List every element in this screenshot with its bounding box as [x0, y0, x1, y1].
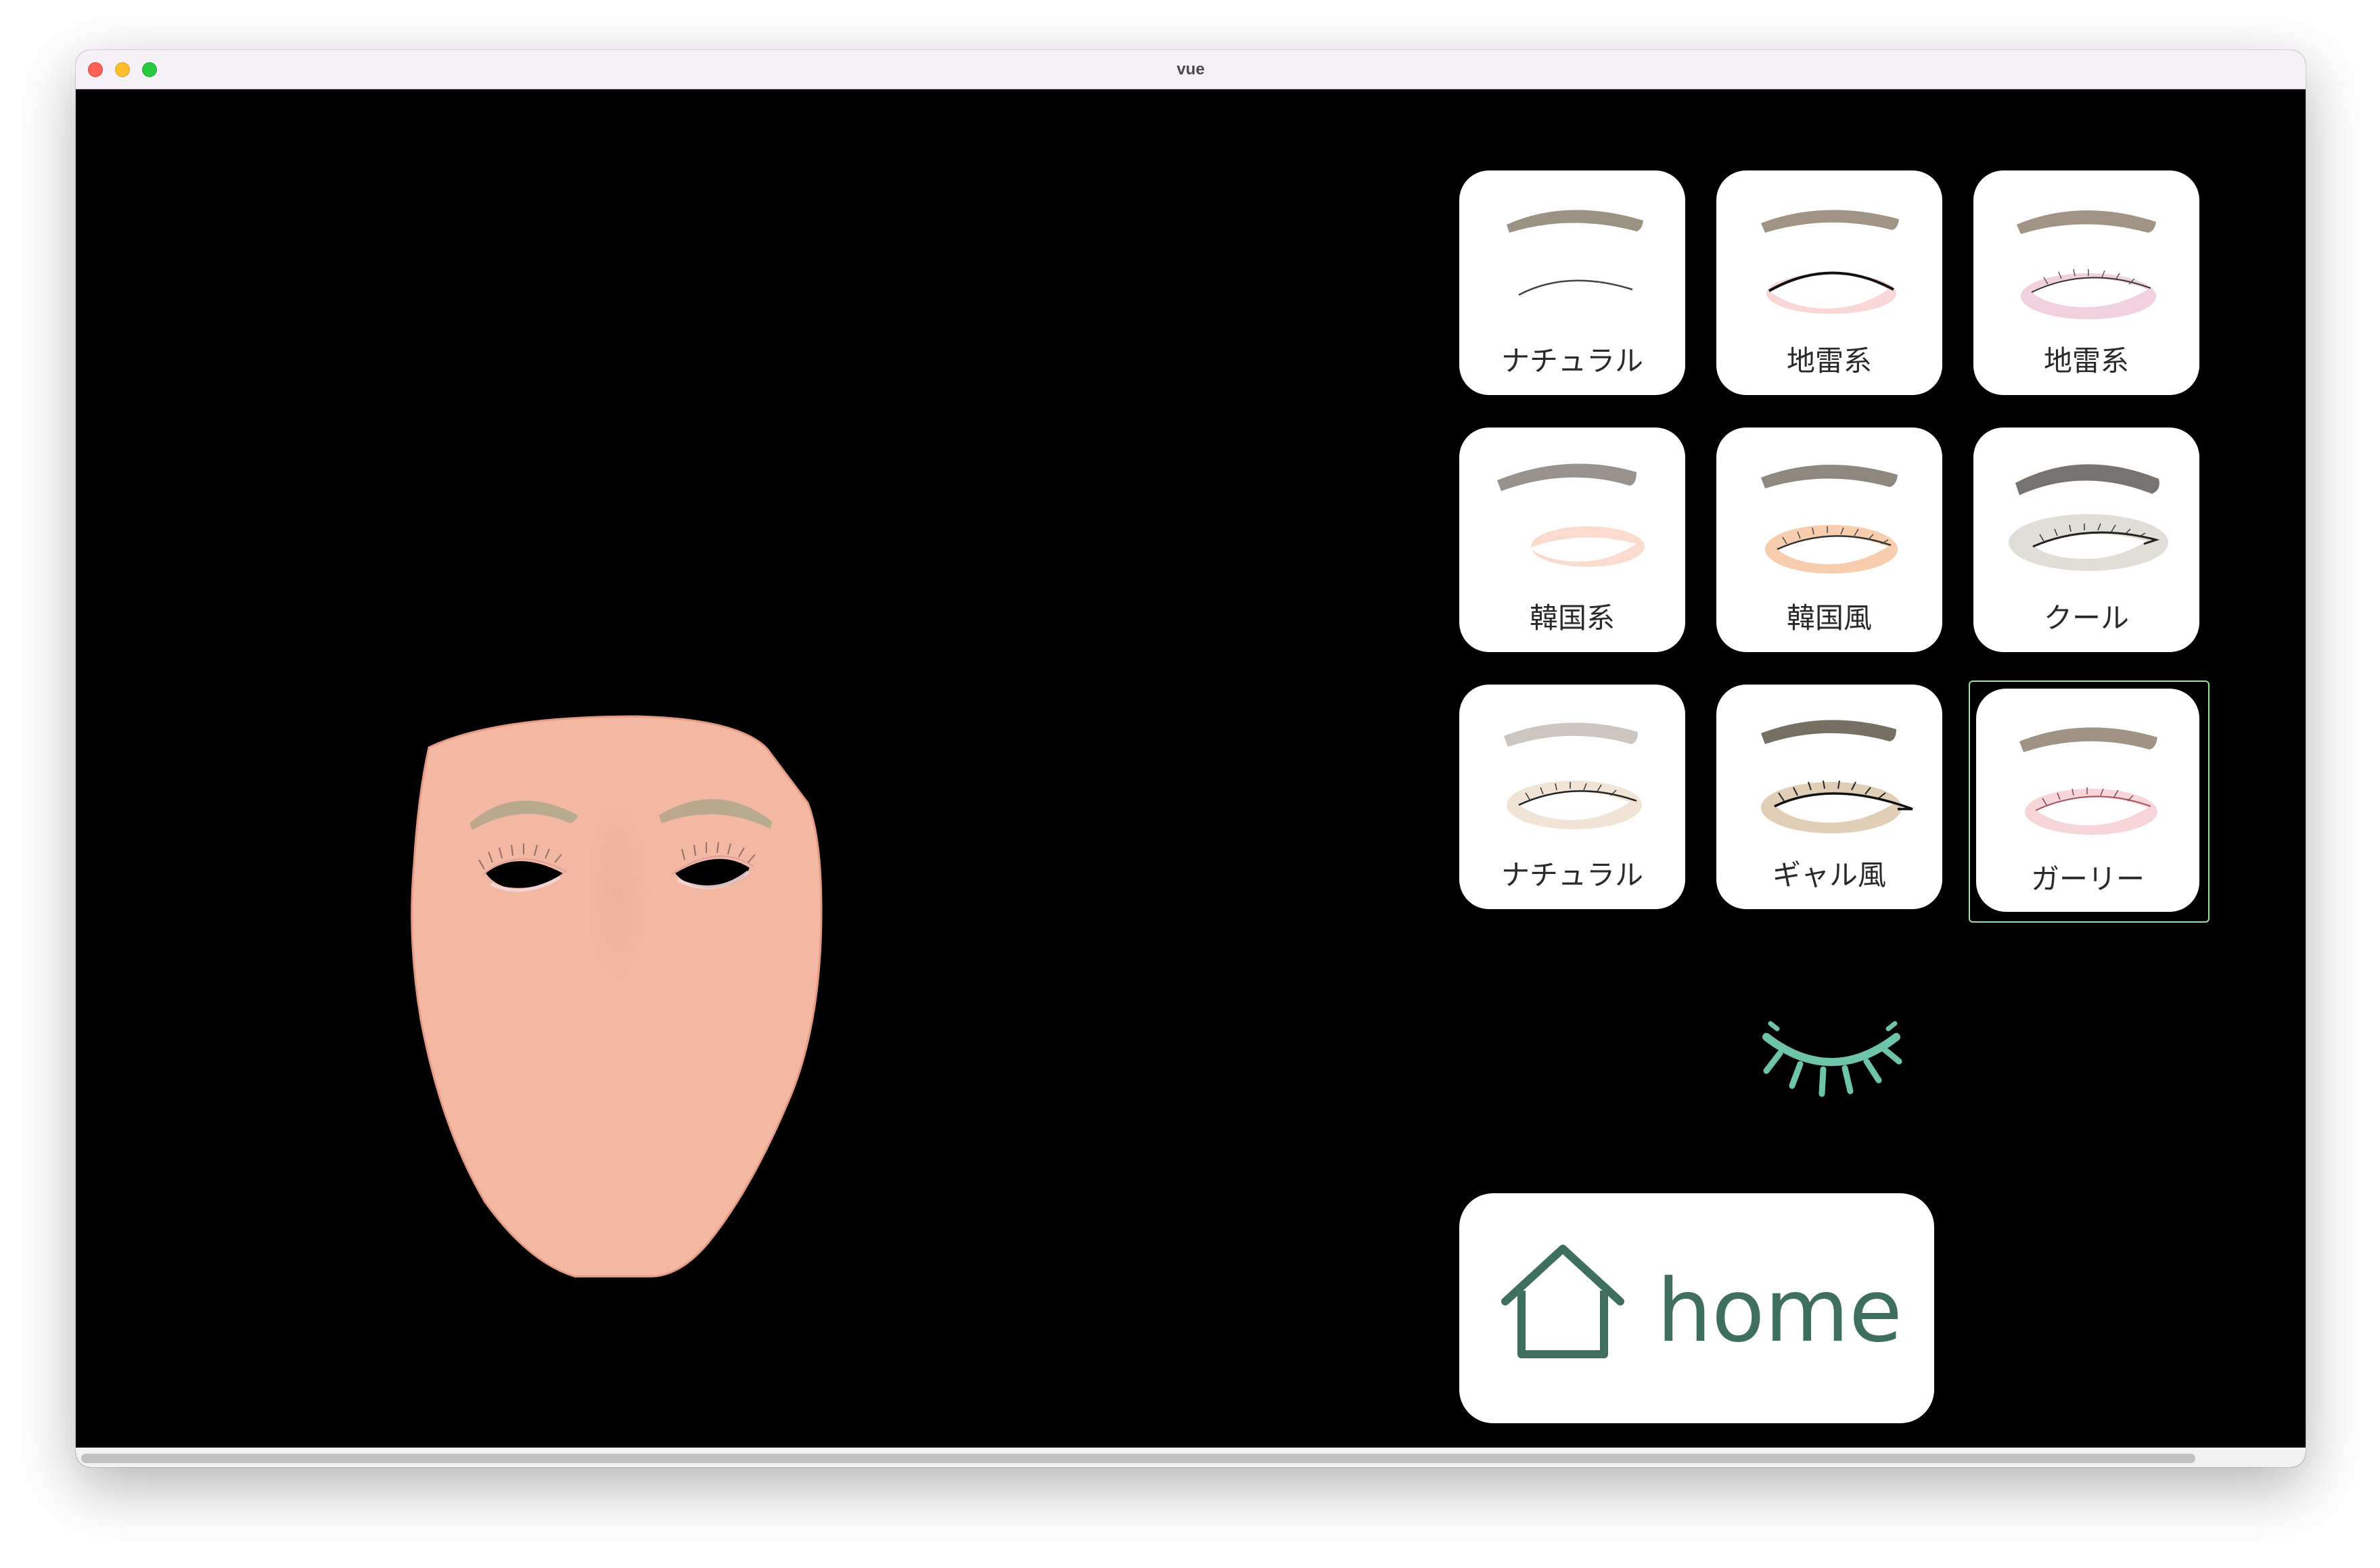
- style-card-label: 地雷系: [2043, 344, 2129, 377]
- eye-korean-orange-icon: [1761, 464, 1898, 574]
- home-button[interactable]: home: [1459, 1193, 1934, 1423]
- eye-natural-lash-icon: [1504, 722, 1642, 829]
- eye-jirai-pink-icon: [2017, 210, 2156, 319]
- style-card-gal[interactable]: ギャル風: [1716, 685, 1942, 909]
- home-button-label: home: [1657, 1261, 1902, 1362]
- style-card-label: 韓国風: [1786, 601, 1872, 635]
- app-content: ナチュラル 地雷系 地雷系 韓国系 韓国風 クール ナチュラル ギャル風 ガーリ…: [76, 89, 2306, 1467]
- eye-jirai-icon: [1761, 210, 1899, 314]
- style-card-korean[interactable]: 韓国系: [1459, 428, 1685, 652]
- title-bar: vue: [76, 50, 2306, 89]
- style-card-label: ギャル風: [1772, 858, 1886, 892]
- style-card-natural-lash[interactable]: ナチュラル: [1459, 685, 1685, 909]
- app-window: vue ナチュラル 地雷系 地雷系 韓国系 韓国風 クール ナチュラル ギャル風…: [76, 50, 2306, 1467]
- house-icon: [1501, 1245, 1624, 1358]
- style-card-korean-orange[interactable]: 韓国風: [1716, 428, 1942, 652]
- eyelash-icon[interactable]: [1757, 1019, 1906, 1101]
- eye-korean-icon: [1497, 463, 1645, 567]
- eye-gal-icon: [1761, 720, 1913, 833]
- style-card-label: 韓国系: [1529, 601, 1615, 635]
- eye-cool-icon: [2009, 464, 2168, 571]
- eye-natural-icon: [1507, 210, 1643, 296]
- style-card-label: クール: [2043, 601, 2129, 635]
- style-card-natural[interactable]: ナチュラル: [1459, 170, 1685, 395]
- style-card-jirai[interactable]: 地雷系: [1716, 170, 1942, 395]
- style-card-jirai-pink[interactable]: 地雷系: [1973, 170, 2199, 395]
- style-card-girly[interactable]: ガーリー: [1976, 689, 2199, 912]
- face-preview: [411, 715, 823, 1278]
- style-card-label: ガーリー: [2030, 862, 2145, 896]
- style-card-label: ナチュラル: [1501, 858, 1643, 892]
- window-title: vue: [1176, 60, 1205, 78]
- style-card-label: ナチュラル: [1501, 344, 1643, 377]
- style-card-cool[interactable]: クール: [1973, 428, 2199, 652]
- eye-girly-icon: [2019, 727, 2157, 835]
- horizontal-scrollbar-thumb[interactable]: [81, 1454, 2195, 1463]
- style-card-label: 地雷系: [1786, 344, 1872, 377]
